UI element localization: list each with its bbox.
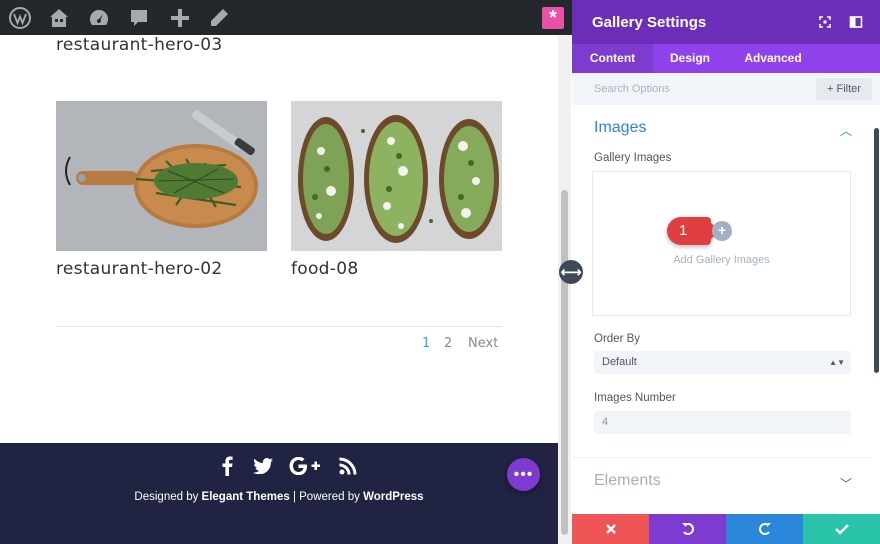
comments-icon[interactable] <box>128 7 150 29</box>
gallery-images-label: Gallery Images <box>594 152 672 164</box>
chevron-down-icon[interactable]: ﹀ <box>840 475 852 492</box>
google-plus-icon[interactable] <box>288 455 322 477</box>
pagination-divider <box>56 326 502 327</box>
chevron-up-icon[interactable]: ︿ <box>840 122 852 139</box>
section-divider <box>572 457 872 458</box>
dock-sidebar-icon[interactable] <box>849 15 863 29</box>
panel-scrollbar-thumb[interactable] <box>874 128 879 373</box>
my-sites-icon[interactable] <box>48 7 70 29</box>
wordpress-logo-icon[interactable] <box>9 7 31 29</box>
undo-button[interactable] <box>649 514 726 544</box>
credit-cms-link[interactable]: WordPress <box>363 491 424 503</box>
preview-scrollbar-thumb[interactable] <box>561 190 568 535</box>
dashboard-icon[interactable] <box>88 7 110 29</box>
search-options-bar: Search Options + Filter <box>572 73 880 105</box>
pagination-page-2[interactable]: 2 <box>444 336 452 351</box>
panel-tabs: Content Design Advanced <box>572 44 880 73</box>
image-caption: restaurant-hero-03 <box>56 35 223 55</box>
credit-prefix: Designed by <box>134 491 202 503</box>
checkmark-icon <box>834 524 849 535</box>
divi-builder-icon[interactable]: * <box>542 7 564 29</box>
add-gallery-plus-icon[interactable]: + <box>712 221 732 241</box>
facebook-icon[interactable] <box>214 455 240 477</box>
page-settings-button[interactable]: ••• <box>507 458 540 491</box>
close-icon <box>605 524 616 534</box>
panel-resize-handle-icon[interactable]: ⟷ <box>559 260 583 284</box>
order-by-label: Order By <box>594 333 641 345</box>
order-by-value: Default <box>602 356 637 368</box>
gallery-images-upload-area[interactable] <box>592 171 851 316</box>
save-button[interactable] <box>803 514 880 544</box>
expand-icon[interactable] <box>818 15 832 29</box>
pagination-page-1[interactable]: 1 <box>422 336 430 351</box>
add-new-icon[interactable] <box>169 7 191 29</box>
pagination-next[interactable]: Next <box>468 336 498 351</box>
gallery-image-avocado-toasts[interactable] <box>291 101 502 251</box>
images-number-label: Images Number <box>594 392 676 404</box>
credit-mid: | Powered by <box>289 491 364 503</box>
section-images-toggle[interactable]: Images <box>594 119 646 137</box>
order-by-select[interactable]: Default ▲▼ <box>594 351 851 374</box>
tab-design[interactable]: Design <box>659 44 721 73</box>
page-preview: restaurant-hero-03 restaurant-hero-02 fo… <box>0 35 558 544</box>
wp-admin-bar: * <box>0 0 572 35</box>
image-caption: restaurant-hero-02 <box>56 259 223 279</box>
redo-icon <box>758 523 771 535</box>
rss-icon[interactable] <box>335 455 361 477</box>
search-options-input[interactable]: Search Options <box>594 83 670 95</box>
redo-button[interactable] <box>726 514 803 544</box>
undo-icon <box>681 523 694 535</box>
tab-content[interactable]: Content <box>572 44 653 73</box>
images-number-input[interactable]: 4 <box>594 411 851 434</box>
footer-credits: Designed by Elegant Themes | Powered by … <box>0 491 558 503</box>
image-caption: food-08 <box>291 259 359 279</box>
select-updown-icon: ▲▼ <box>829 358 845 367</box>
edit-pencil-icon[interactable] <box>208 7 230 29</box>
credit-brand-link[interactable]: Elegant Themes <box>202 491 290 503</box>
gallery-image-cutting-board[interactable] <box>56 101 267 251</box>
site-footer: Designed by Elegant Themes | Powered by … <box>0 443 558 544</box>
gallery-settings-panel: Gallery Settings Content Design Advanced… <box>572 0 880 544</box>
panel-action-bar <box>572 514 880 544</box>
filter-button[interactable]: + Filter <box>816 78 872 100</box>
cancel-button[interactable] <box>572 514 649 544</box>
twitter-icon[interactable] <box>250 455 276 477</box>
panel-header: Gallery Settings <box>572 0 880 44</box>
add-gallery-images-link[interactable]: Add Gallery Images <box>592 254 851 266</box>
panel-title: Gallery Settings <box>592 14 707 31</box>
step-callout-badge: 1 <box>667 217 720 245</box>
tab-advanced[interactable]: Advanced <box>734 44 812 73</box>
section-elements-toggle[interactable]: Elements <box>594 472 661 490</box>
